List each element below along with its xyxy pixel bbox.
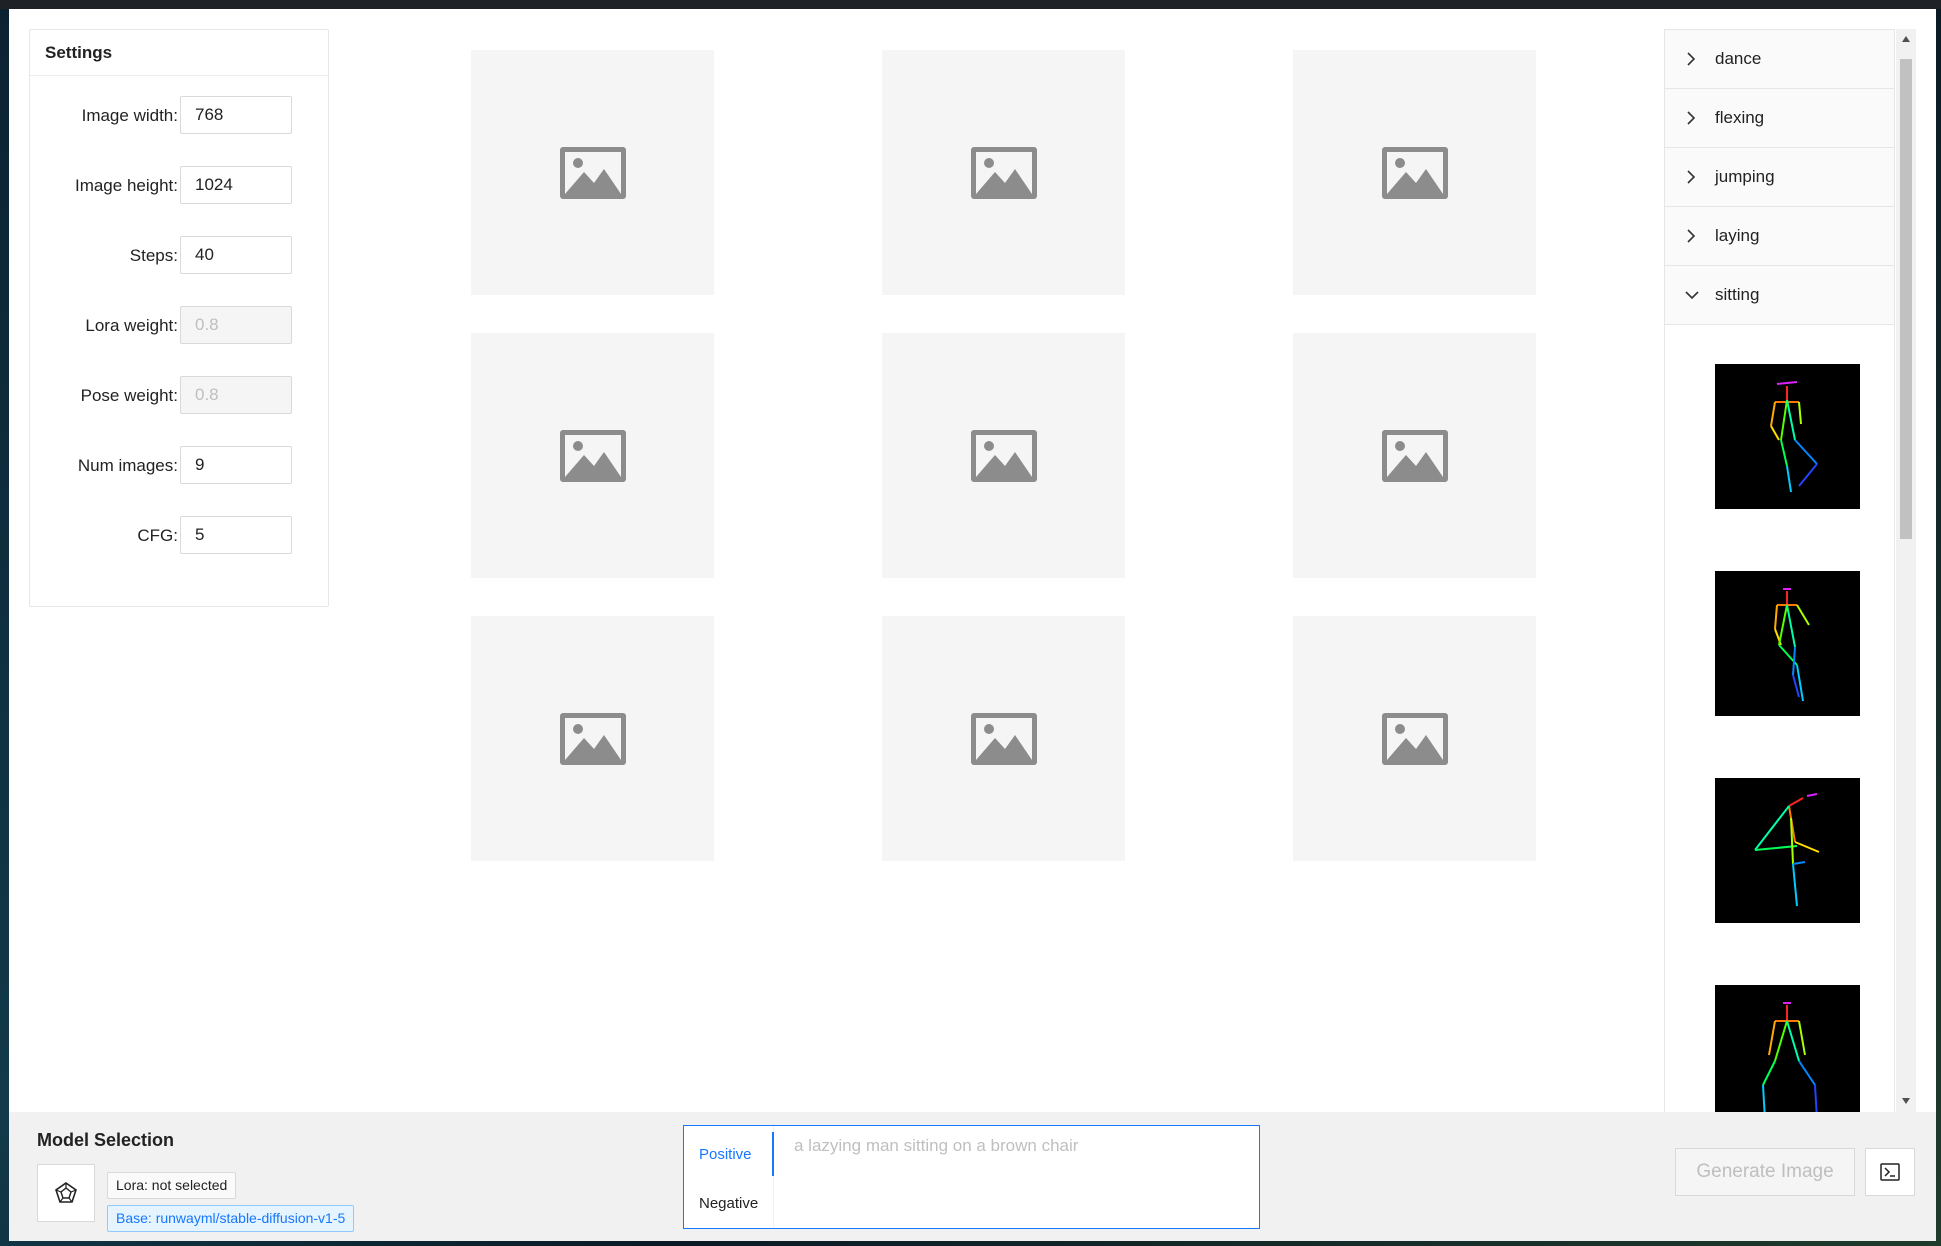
- lora-weight-input[interactable]: [180, 306, 292, 344]
- cfg-field: CFG:: [30, 516, 328, 556]
- steps-label: Steps:: [129, 246, 178, 265]
- pose-thumbnail[interactable]: [1715, 985, 1860, 1130]
- chevron-right-icon: [1685, 89, 1701, 147]
- image-slot[interactable]: [471, 616, 714, 861]
- image-slot[interactable]: [471, 50, 714, 295]
- pose-weight-field: Pose weight:: [30, 376, 328, 416]
- pose-category-label: dance: [1715, 49, 1762, 68]
- image-width-label: Image width:: [81, 106, 178, 125]
- num-images-label: Num images:: [77, 456, 178, 475]
- pose-skeleton-image: [1770, 381, 1818, 493]
- scrollbar-thumb[interactable]: [1900, 59, 1912, 539]
- pose-category-laying[interactable]: laying: [1665, 207, 1894, 266]
- window-titlebar: [0, 0, 1941, 9]
- scroll-down-arrow-icon[interactable]: [1901, 1097, 1911, 1105]
- tab-negative[interactable]: Negative: [684, 1181, 774, 1226]
- positive-prompt-input[interactable]: a lazying man sitting on a brown chair: [794, 1136, 1078, 1156]
- image-slot[interactable]: [882, 616, 1125, 861]
- num-images-field: Num images:: [30, 446, 328, 486]
- settings-panel: Settings Image width: Image height: Step…: [29, 29, 329, 607]
- settings-title: Settings: [30, 30, 328, 76]
- base-model-tag: Base: runwayml/stable-diffusion-v1-5: [107, 1205, 355, 1232]
- pose-skeleton-image: [1762, 1002, 1818, 1121]
- app-window: Settings Image width: Image height: Step…: [9, 9, 1936, 1241]
- pose-category-flexing[interactable]: flexing: [1665, 89, 1894, 148]
- pose-category-label: sitting: [1715, 285, 1760, 304]
- image-width-field: Image width:: [30, 96, 328, 136]
- tab-positive[interactable]: Positive: [684, 1132, 774, 1177]
- pose-thumbnail[interactable]: [1715, 778, 1860, 923]
- chevron-right-icon: [1685, 148, 1701, 206]
- image-slot[interactable]: [882, 50, 1125, 295]
- image-placeholder-icon: [559, 429, 626, 482]
- pose-weight-input[interactable]: [180, 376, 292, 414]
- bottom-bar: Model Selection Lora: not selected Base:…: [9, 1112, 1936, 1241]
- image-placeholder-icon: [970, 146, 1037, 199]
- pose-category-label: flexing: [1715, 108, 1765, 127]
- pose-skeleton-image: [1754, 793, 1820, 907]
- steps-input[interactable]: [180, 236, 292, 274]
- pose-category-sitting[interactable]: sitting: [1665, 266, 1894, 325]
- chevron-down-icon: [1685, 266, 1701, 324]
- image-height-input[interactable]: [180, 166, 292, 204]
- image-slot[interactable]: [471, 333, 714, 578]
- image-placeholder-icon: [1381, 429, 1448, 482]
- chevron-right-icon: [1685, 207, 1701, 265]
- pose-category-dance[interactable]: dance: [1665, 30, 1894, 89]
- model-selection-title: Model Selection: [37, 1130, 175, 1150]
- lora-weight-label: Lora weight:: [85, 316, 178, 335]
- image-slot[interactable]: [1293, 50, 1536, 295]
- image-placeholder-icon: [559, 712, 626, 765]
- pose-category-label: jumping: [1715, 167, 1775, 186]
- cfg-input[interactable]: [180, 516, 292, 554]
- active-tab-indicator: [772, 1132, 774, 1176]
- scroll-up-arrow-icon[interactable]: [1901, 35, 1911, 43]
- cfg-label: CFG:: [137, 526, 178, 545]
- image-slot[interactable]: [1293, 333, 1536, 578]
- pose-panel-scrollbar[interactable]: [1896, 29, 1916, 1113]
- terminal-button[interactable]: [1865, 1148, 1915, 1196]
- image-width-input[interactable]: [180, 96, 292, 134]
- image-placeholder-icon: [970, 429, 1037, 482]
- pose-weight-label: Pose weight:: [80, 386, 178, 405]
- model-select-button[interactable]: [37, 1164, 95, 1222]
- lora-status-tag: Lora: not selected: [107, 1172, 237, 1199]
- pose-category-label: laying: [1715, 226, 1760, 245]
- image-placeholder-icon: [1381, 146, 1448, 199]
- steps-field: Steps:: [30, 236, 328, 276]
- prompt-editor: Positive Negative a lazying man sitting …: [683, 1125, 1260, 1229]
- image-slot[interactable]: [882, 333, 1125, 578]
- pose-category-jumping[interactable]: jumping: [1665, 148, 1894, 207]
- chevron-right-icon: [1685, 30, 1701, 88]
- image-slot[interactable]: [1293, 616, 1536, 861]
- image-height-field: Image height:: [30, 166, 328, 206]
- pose-skeleton-image: [1774, 588, 1810, 702]
- terminal-icon: [1880, 1163, 1900, 1181]
- generate-image-button[interactable]: Generate Image: [1675, 1148, 1855, 1196]
- num-images-input[interactable]: [180, 446, 292, 484]
- pose-thumbnail[interactable]: [1715, 364, 1860, 509]
- image-placeholder-icon: [559, 146, 626, 199]
- model-icon: [55, 1182, 77, 1203]
- image-placeholder-icon: [1381, 712, 1448, 765]
- image-placeholder-icon: [970, 712, 1037, 765]
- lora-weight-field: Lora weight:: [30, 306, 328, 346]
- pose-thumbnail[interactable]: [1715, 571, 1860, 716]
- image-height-label: Image height:: [74, 176, 178, 195]
